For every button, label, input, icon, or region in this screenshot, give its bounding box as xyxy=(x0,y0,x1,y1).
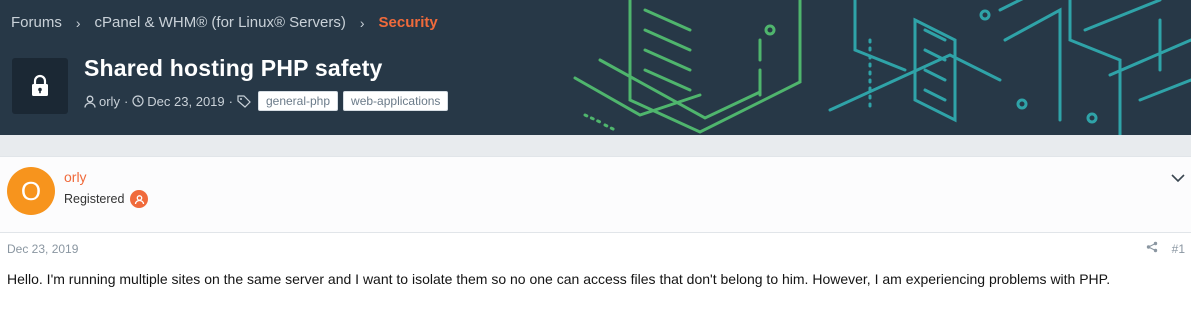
post-username[interactable]: orly xyxy=(64,169,87,185)
section-divider xyxy=(0,135,1191,156)
user-icon xyxy=(84,95,96,108)
user-role: Registered xyxy=(64,190,149,208)
thread-author[interactable]: orly xyxy=(99,94,120,109)
breadcrumb: Forums › cPanel & WHM® (for Linux® Serve… xyxy=(11,14,438,31)
thread-header-banner: Forums › cPanel & WHM® (for Linux® Serve… xyxy=(0,0,1191,135)
post-user-header: O orly Registered xyxy=(0,156,1191,233)
thread-date[interactable]: Dec 23, 2019 xyxy=(147,94,224,109)
clock-icon xyxy=(132,95,144,107)
breadcrumb-cpanel-whm[interactable]: cPanel & WHM® (for Linux® Servers) xyxy=(95,14,346,31)
share-icon[interactable] xyxy=(1146,241,1158,256)
thread-meta: orly · Dec 23, 2019 · general-php web-ap… xyxy=(84,91,449,111)
breadcrumb-security[interactable]: Security xyxy=(379,14,438,31)
avatar[interactable]: O xyxy=(7,167,55,215)
breadcrumb-forums[interactable]: Forums xyxy=(11,14,62,31)
chevron-right-icon: › xyxy=(359,14,365,31)
post-number[interactable]: #1 xyxy=(1172,242,1185,256)
chevron-down-icon[interactable] xyxy=(1171,170,1185,188)
meta-separator: · xyxy=(228,93,233,109)
tags-icon xyxy=(237,94,253,108)
post-date[interactable]: Dec 23, 2019 xyxy=(7,242,78,256)
lock-icon xyxy=(12,58,68,114)
tag-web-applications[interactable]: web-applications xyxy=(343,91,449,111)
user-role-label: Registered xyxy=(64,192,125,206)
post-message: O orly Registered Dec 23, 2019 #1 Hello.… xyxy=(0,156,1191,287)
tag-general-php[interactable]: general-php xyxy=(257,91,339,111)
role-badge-icon xyxy=(130,190,149,208)
post-actions: #1 xyxy=(1146,241,1185,256)
meta-separator: · xyxy=(123,93,129,109)
post-body: Hello. I'm running multiple sites on the… xyxy=(7,271,1111,287)
chevron-right-icon: › xyxy=(75,14,81,31)
page-title: Shared hosting PHP safety xyxy=(84,55,383,81)
